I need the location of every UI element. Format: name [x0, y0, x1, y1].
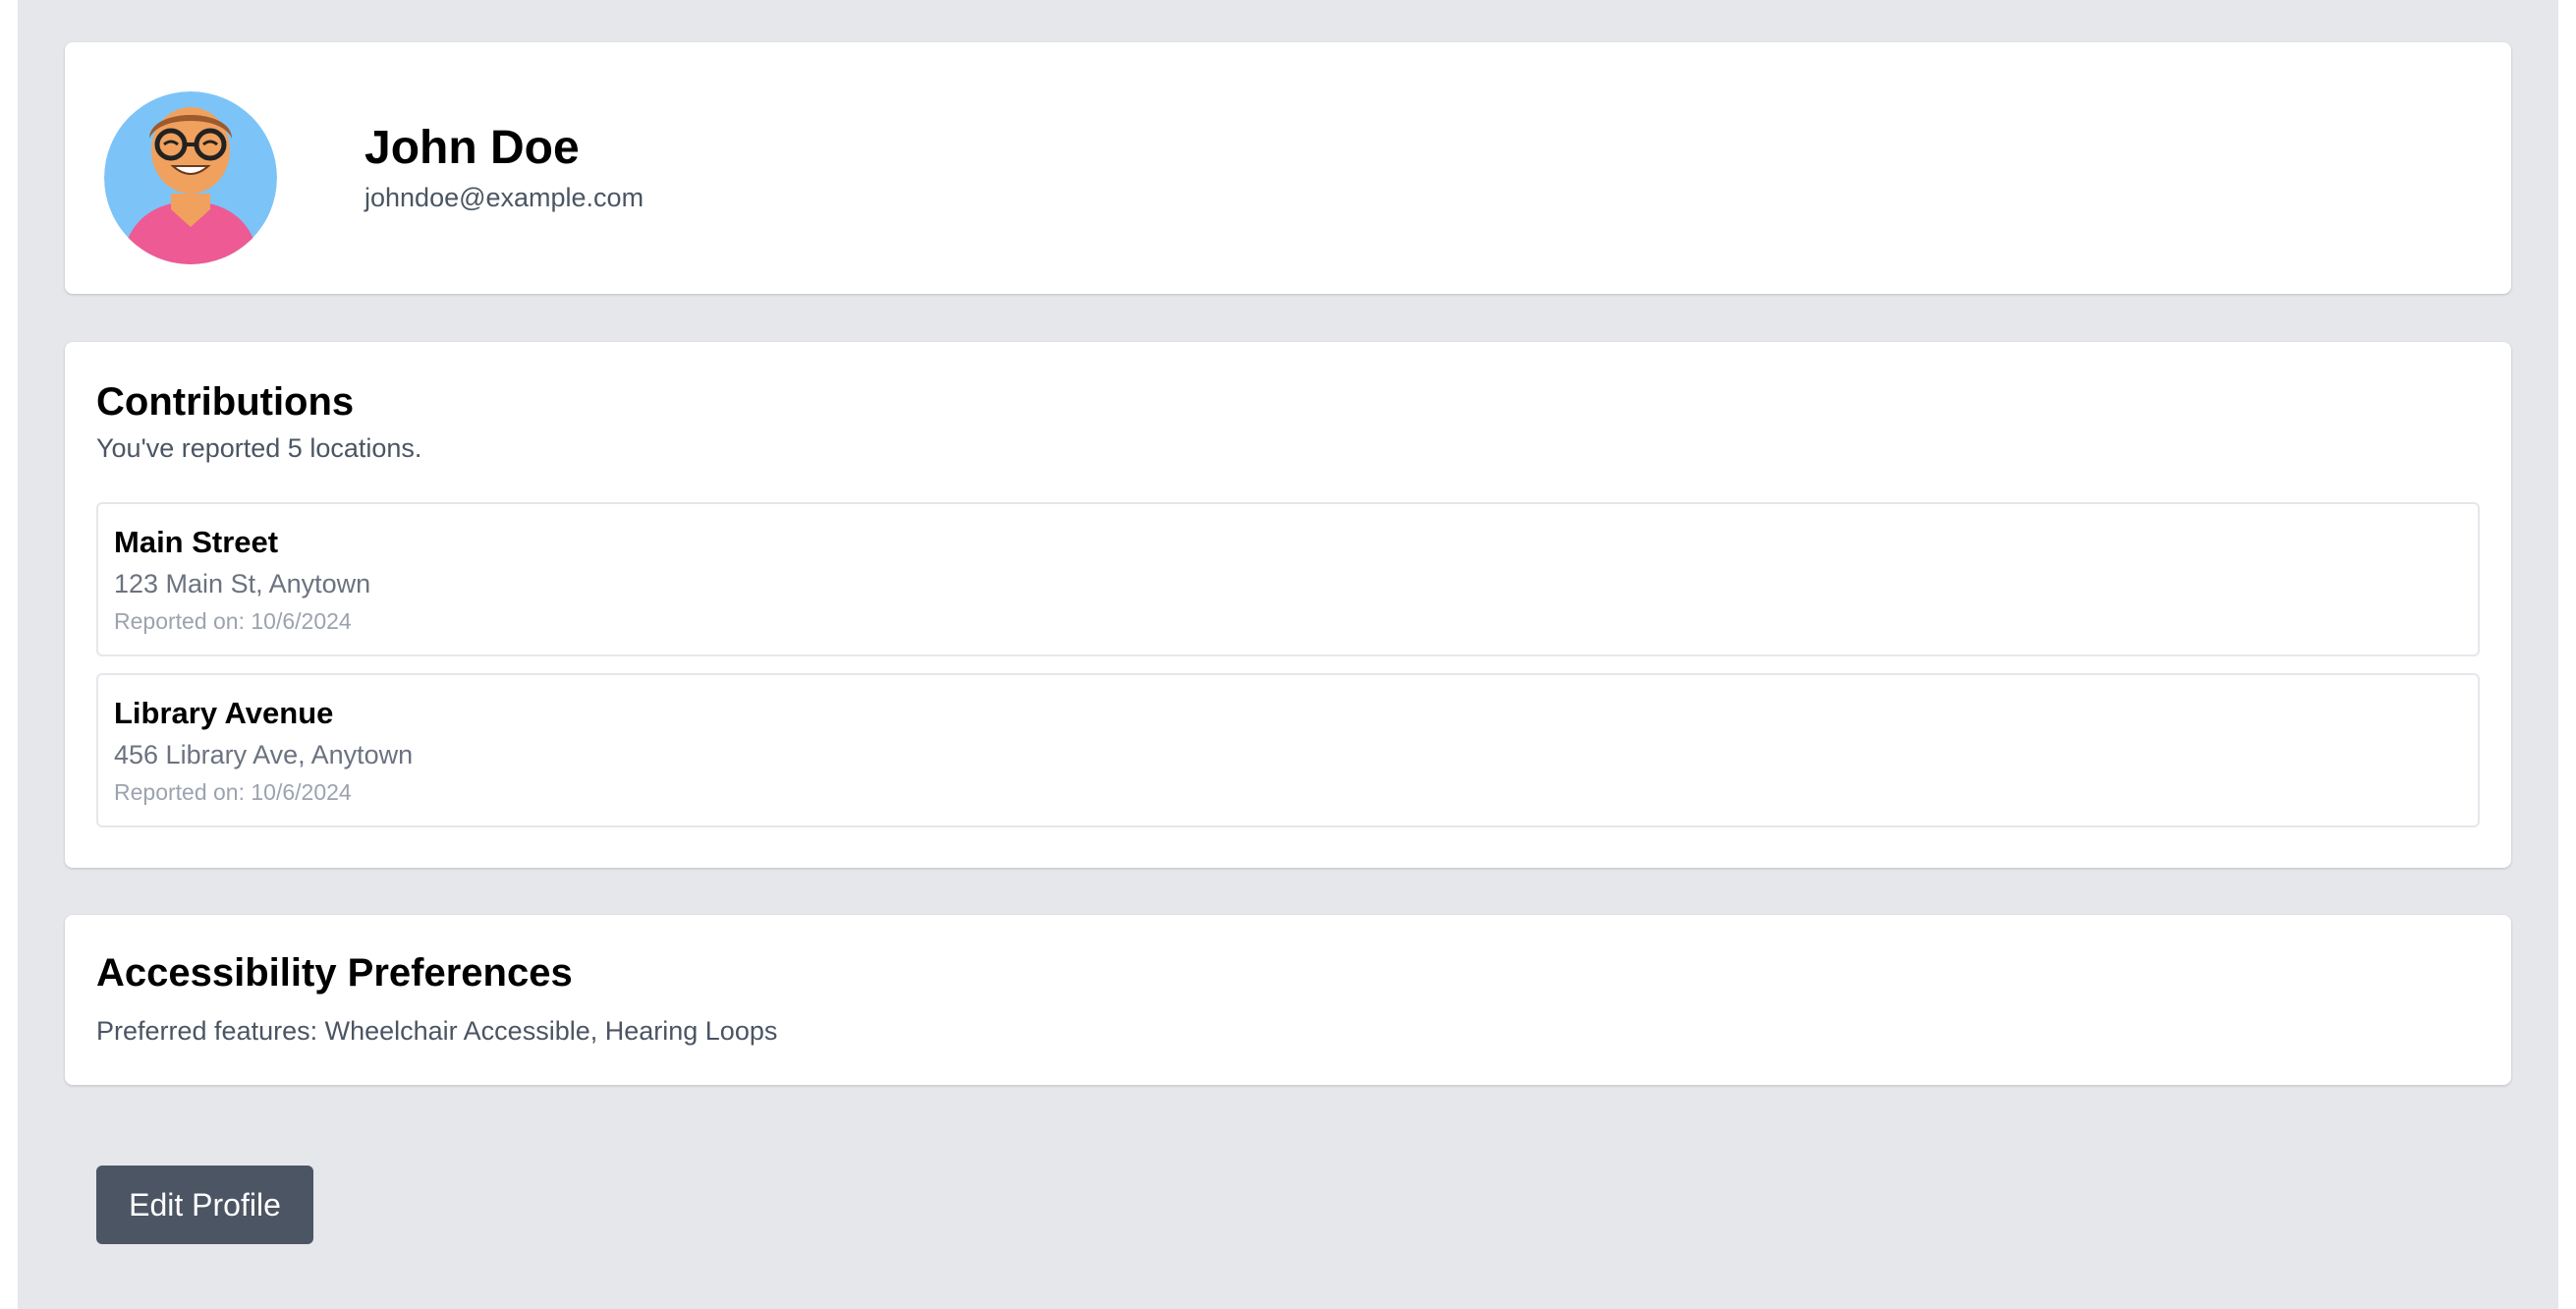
location-reported-date: Reported on: 10/6/2024 — [114, 608, 352, 634]
preferred-features: Preferred features: Wheelchair Accessibl… — [96, 1016, 778, 1046]
location-item: Library Avenue 456 Library Ave, Anytown … — [96, 673, 2480, 827]
profile-header-card: John Doe johndoe@example.com — [65, 42, 2511, 294]
accessibility-preferences-card: Accessibility Preferences Preferred feat… — [65, 915, 2511, 1085]
user-email: johndoe@example.com — [364, 183, 644, 212]
location-name: Main Street — [114, 525, 279, 559]
location-reported-date: Reported on: 10/6/2024 — [114, 779, 352, 805]
location-item: Main Street 123 Main St, Anytown Reporte… — [96, 502, 2480, 656]
contributions-title: Contributions — [96, 380, 355, 424]
profile-page: John Doe johndoe@example.com Contributio… — [18, 0, 2558, 1309]
contributions-summary: You've reported 5 locations. — [96, 433, 422, 463]
user-avatar-icon — [104, 91, 277, 264]
location-address: 123 Main St, Anytown — [114, 569, 371, 598]
edit-profile-button[interactable]: Edit Profile — [96, 1166, 313, 1244]
avatar — [104, 91, 277, 264]
preferences-title: Accessibility Preferences — [96, 951, 573, 995]
location-name: Library Avenue — [114, 696, 334, 730]
contributions-card: Contributions You've reported 5 location… — [65, 342, 2511, 868]
user-name: John Doe — [364, 122, 580, 174]
location-address: 456 Library Ave, Anytown — [114, 740, 414, 769]
